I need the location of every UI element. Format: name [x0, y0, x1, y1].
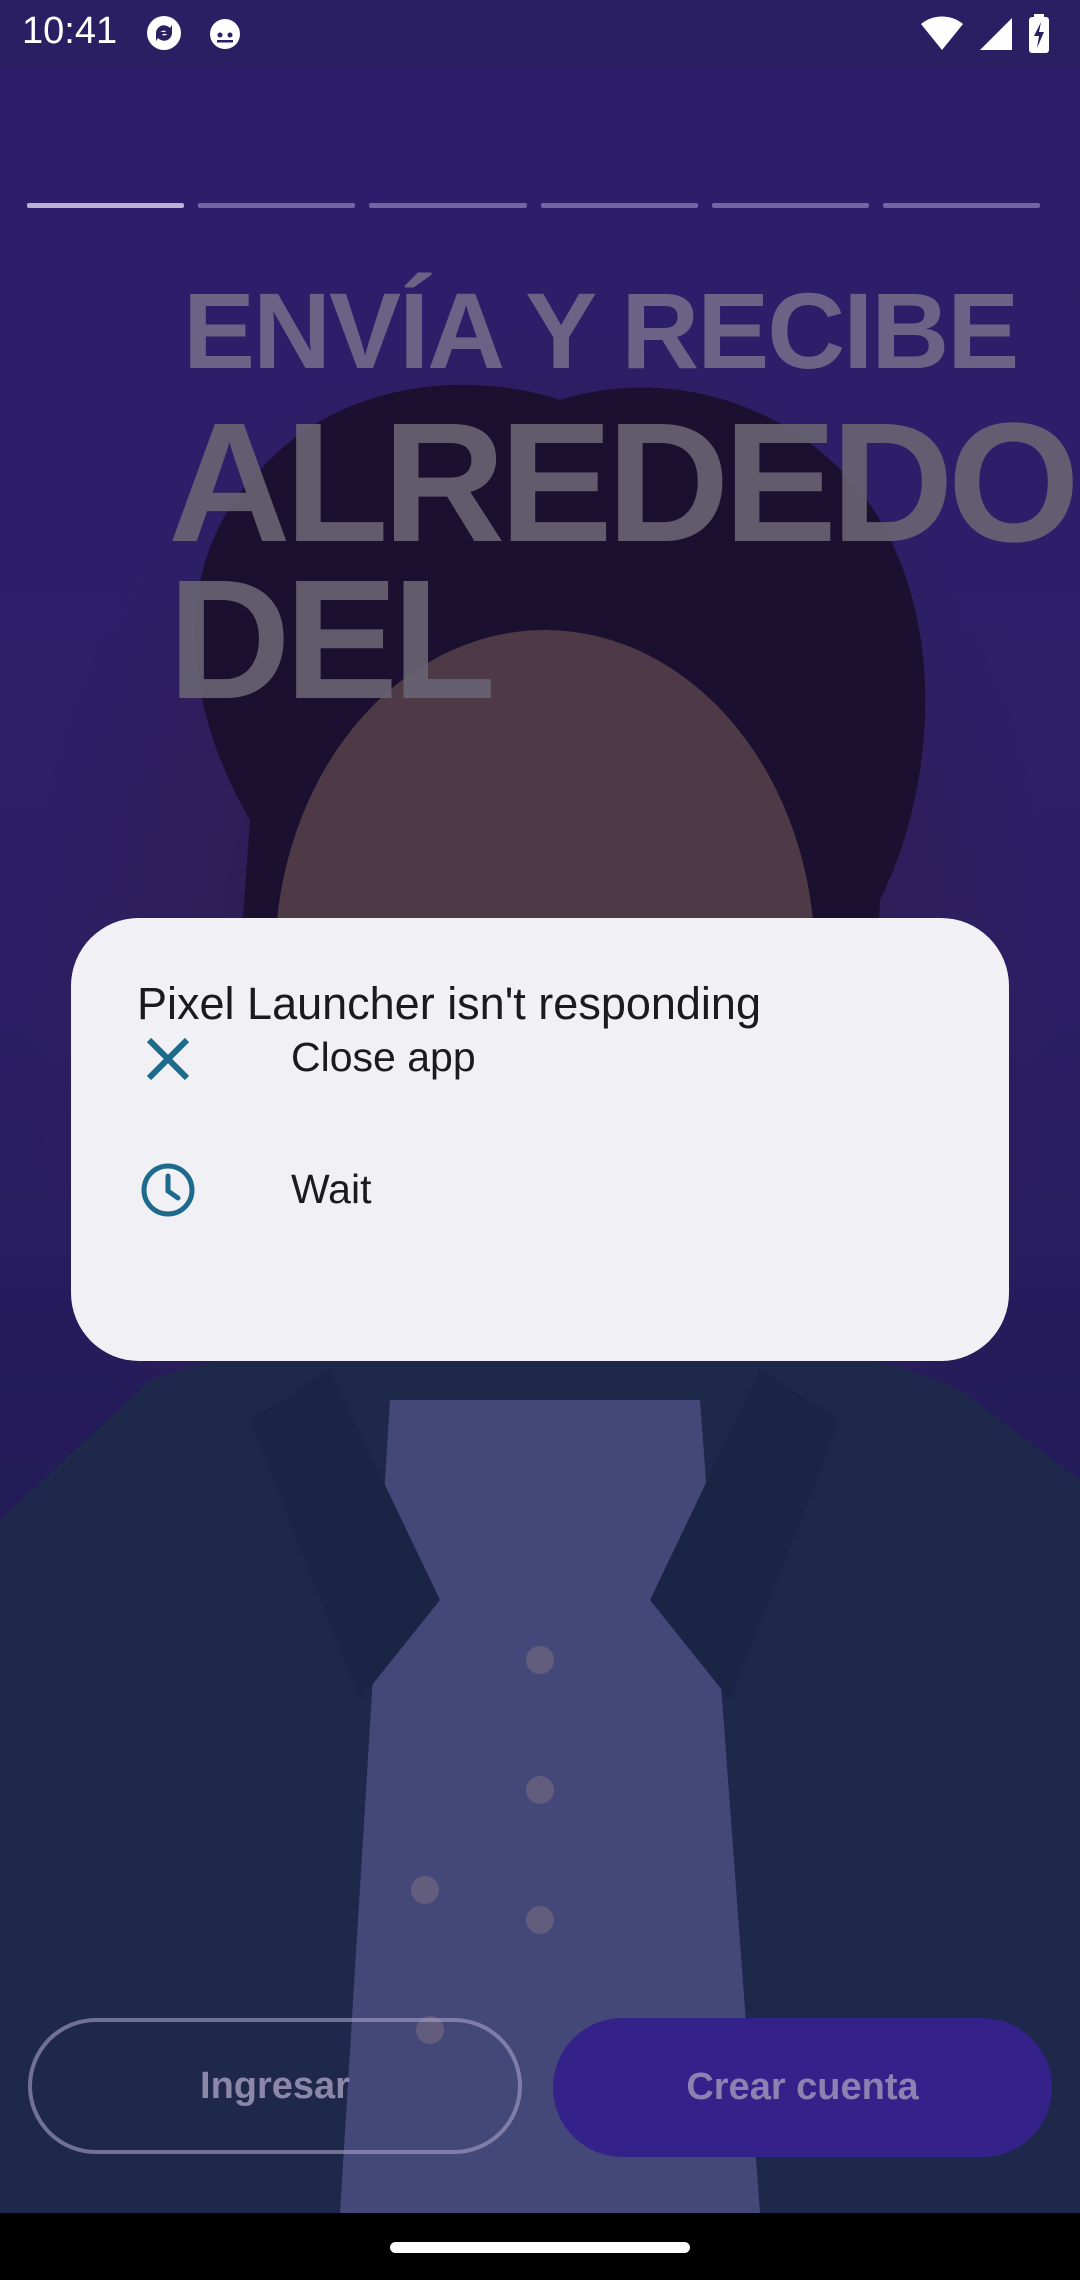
sync-app-icon — [147, 16, 181, 50]
progress-segment — [882, 203, 1041, 208]
story-progress — [27, 203, 1041, 208]
screen: 10:41 ENVÍA Y RECIBE ALREDEDO DEL Ingres… — [0, 0, 1080, 2280]
progress-segment — [540, 203, 698, 208]
clock-icon — [141, 1163, 195, 1217]
progress-segment — [198, 203, 356, 208]
hero-headline-line1: ENVÍA Y RECIBE — [183, 270, 1019, 391]
close-app-option[interactable]: Close app — [71, 994, 1009, 1124]
status-bar: 10:41 — [0, 0, 1080, 66]
create-account-button[interactable]: Crear cuenta — [553, 2018, 1052, 2157]
status-time: 10:41 — [22, 10, 118, 52]
cat-app-icon — [210, 19, 240, 49]
cell-signal-icon — [980, 18, 1012, 50]
progress-segment — [27, 203, 185, 208]
wait-label: Wait — [291, 1166, 372, 1212]
progress-segment — [369, 203, 527, 208]
login-button[interactable]: Ingresar — [28, 2018, 522, 2154]
app-not-responding-dialog: Pixel Launcher isn't responding Close ap… — [71, 918, 1009, 1361]
hero-headline-line2: ALREDEDO — [168, 388, 1080, 578]
progress-segment — [711, 203, 869, 208]
wait-option[interactable]: Wait — [71, 1126, 1009, 1256]
battery-charging-icon — [1029, 14, 1049, 53]
close-app-label: Close app — [291, 1034, 476, 1080]
close-icon — [146, 1037, 190, 1081]
home-gesture-handle[interactable] — [390, 2242, 690, 2253]
hero-headline-line3: DEL — [168, 545, 496, 735]
wifi-icon — [921, 16, 963, 50]
system-icons — [920, 14, 1050, 54]
